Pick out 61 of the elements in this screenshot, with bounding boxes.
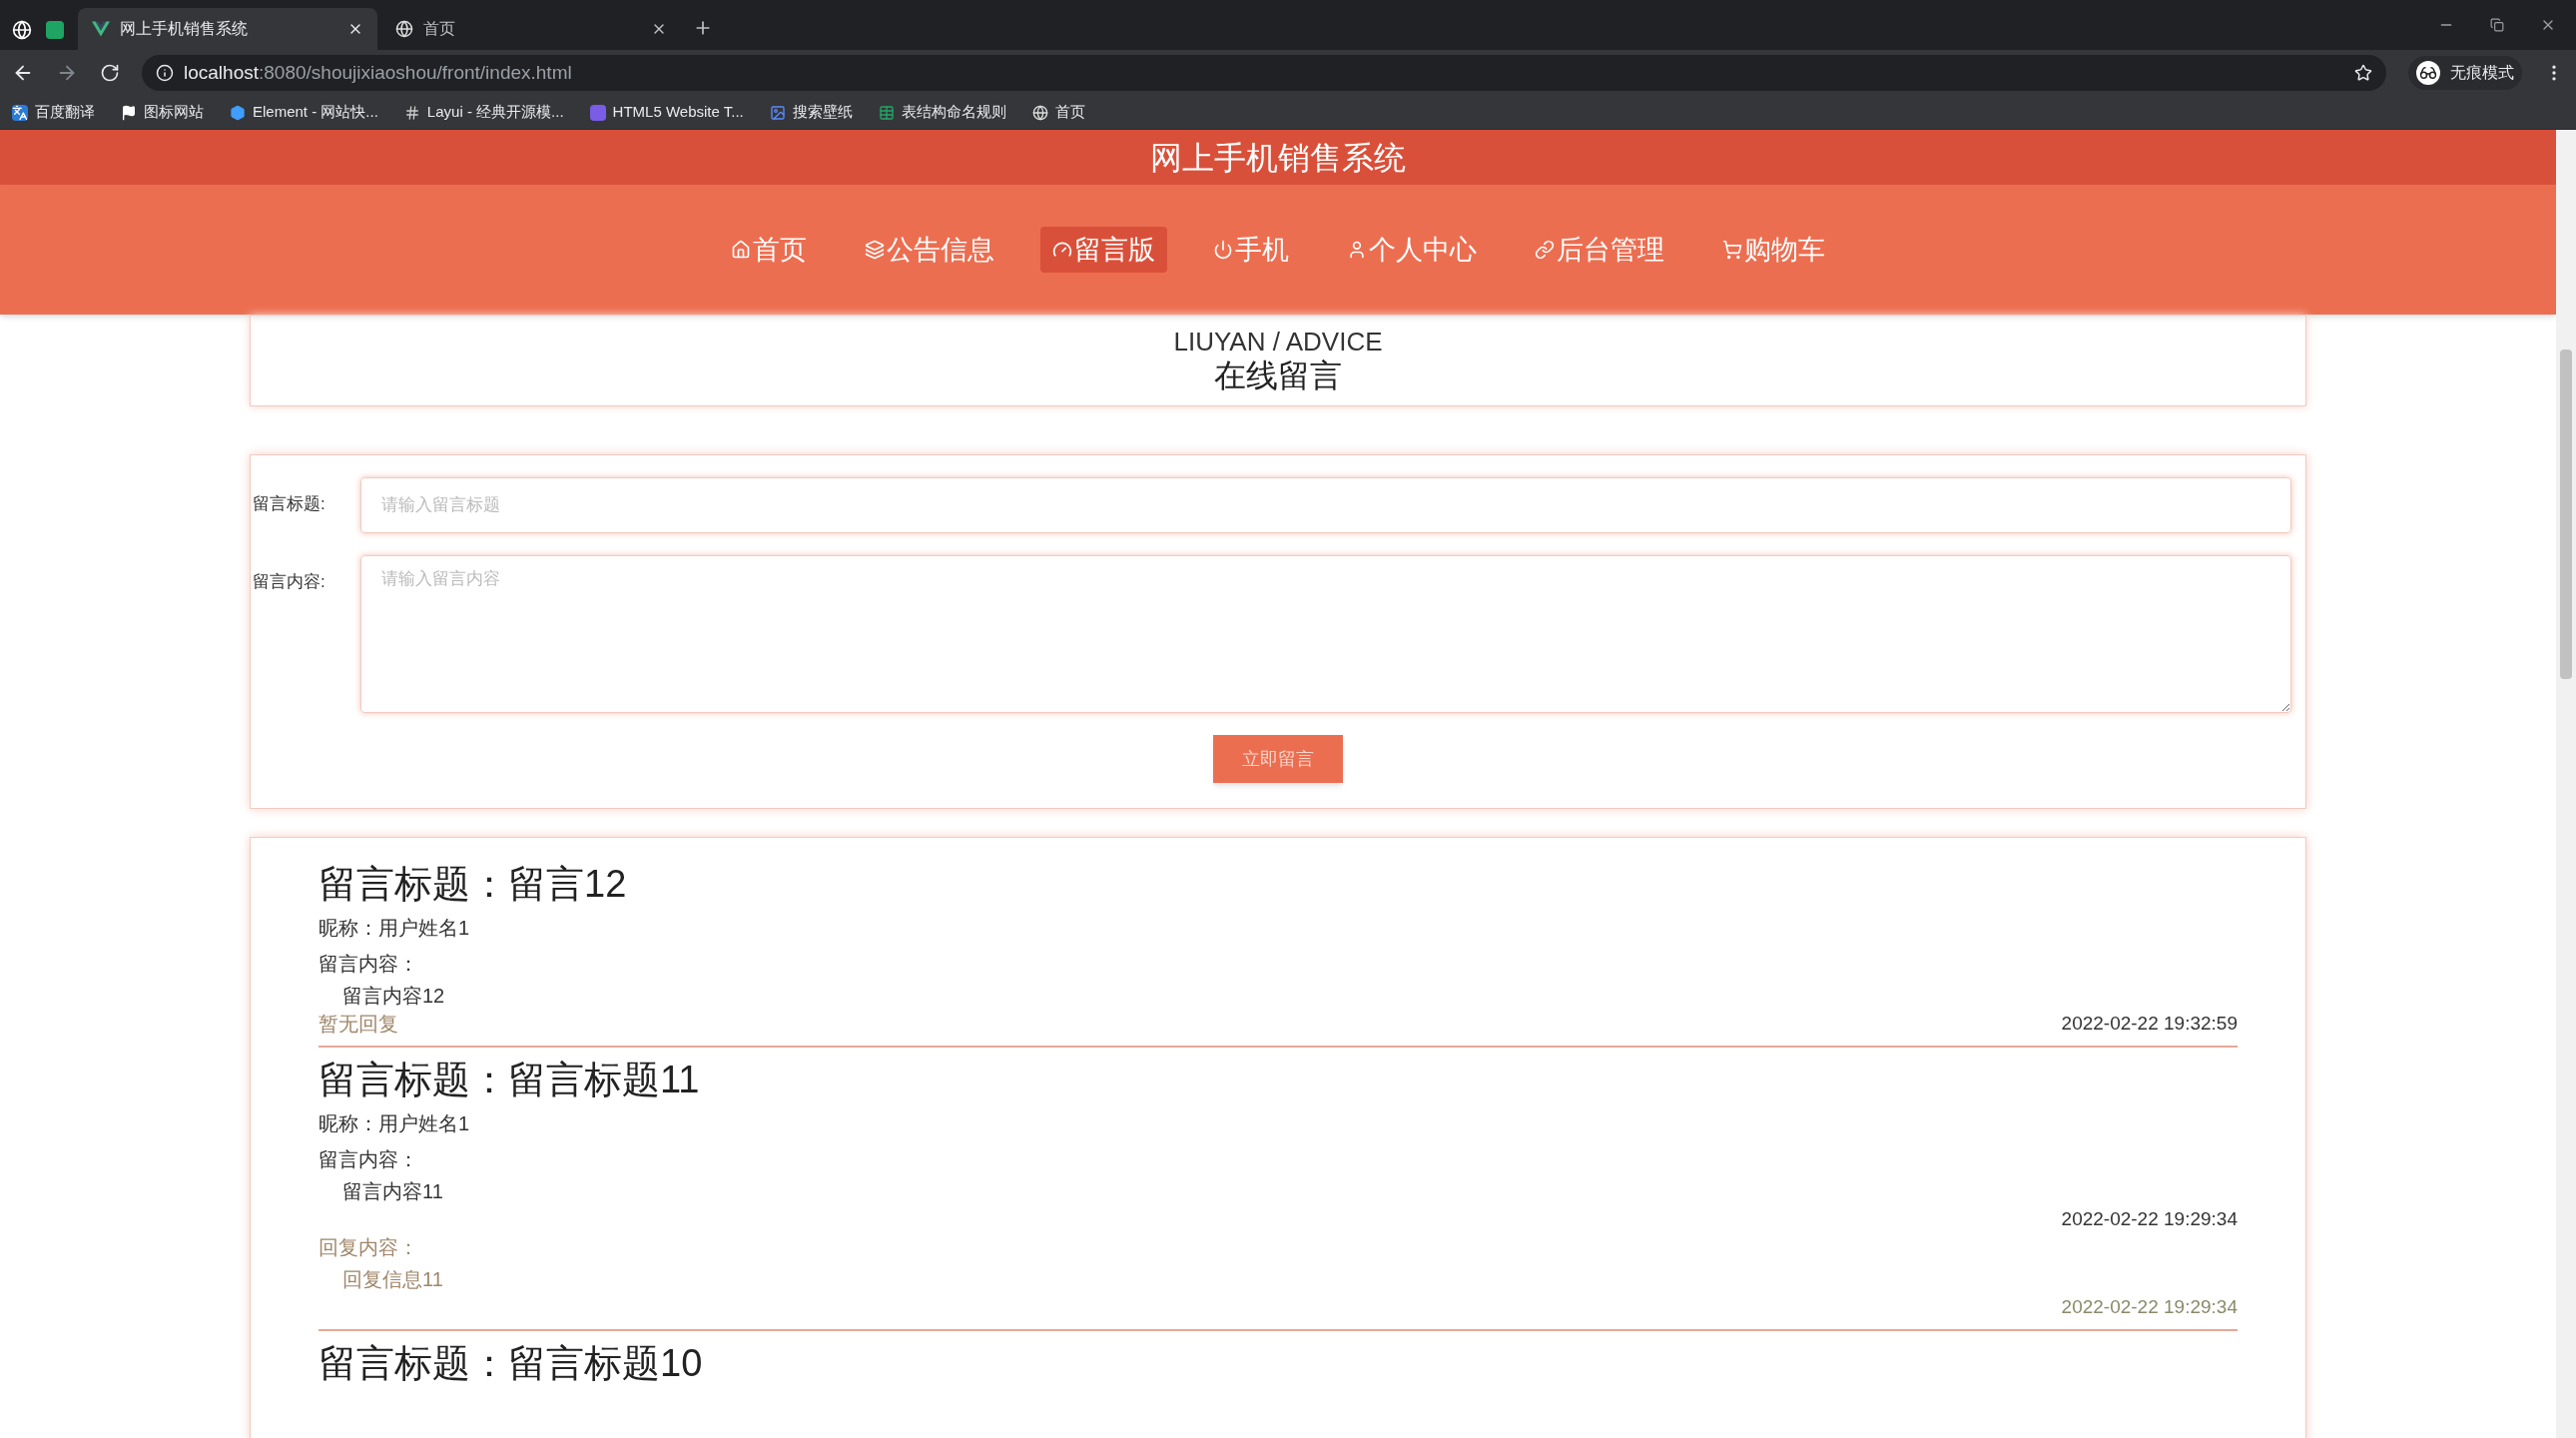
flag-icon [121,104,137,121]
message-title: 留言标题：留言标题10 [319,1341,704,1386]
message-nickname: 昵称：用户姓名1 [319,1111,471,1136]
reload-icon[interactable] [100,63,120,83]
message-title: 留言标题：留言12 [319,862,628,907]
reply-time: 2022-02-22 19:29:34 [2061,1295,2238,1319]
site-title: 网上手机销售系统 [1150,138,1406,178]
field-label: 留言标题: [253,493,326,515]
message-content-field[interactable]: 请输入留言内容 [360,555,2291,713]
scrollbar[interactable] [2556,130,2576,1438]
globe-icon[interactable] [12,20,32,40]
nav-item[interactable]: 留言版 [1040,227,1167,273]
globe-icon [1031,104,1048,121]
html5-icon [589,104,606,121]
bookmark-item[interactable]: 百度翻译 [12,101,95,124]
link-icon [1535,240,1555,260]
home-icon [731,240,751,260]
scrollbar-thumb[interactable] [2560,350,2572,679]
bookmark-item[interactable]: Element - 网站快... [230,101,378,124]
message-title-field[interactable]: 请输入留言标题 [360,477,2291,533]
sheet-icon [878,104,895,121]
address-bar[interactable]: localhost:8080/shoujixiaoshou/front/index.html [142,55,2386,91]
content-label: 留言内容： [319,1147,419,1172]
bookmark-star-icon[interactable] [2354,64,2372,82]
profile-button[interactable]: 无痕模式 [2408,56,2522,90]
content-label: 留言内容： [319,952,419,977]
browser-tab[interactable]: 网上手机销售系统 [78,8,377,50]
image-icon [769,104,786,121]
bookmark-item[interactable]: 搜索壁纸 [769,101,853,124]
gauge-icon [1052,240,1072,260]
message-title: 留言标题：留言标题11 [319,1058,701,1102]
heading-subtitle: LIUYAN / ADVICE [1173,327,1383,357]
hexagon-icon [230,104,246,121]
no-reply-text: 暂无回复 [319,1012,398,1037]
message-time: 2022-02-22 19:32:59 [2061,1012,2238,1036]
reply-label: 回复内容： [319,1235,419,1260]
translate-icon [12,104,28,121]
bookmark-item[interactable]: Layui - 经典开源模... [403,101,564,124]
heading-title: 在线留言 [1214,357,1342,394]
layui-icon [403,104,420,121]
reply-content: 回复信息11 [341,1267,444,1292]
restore-icon[interactable] [2490,18,2504,32]
globe-icon [395,20,413,38]
info-icon[interactable] [156,64,174,82]
bookmark-item[interactable]: 图标网站 [121,101,204,124]
layers-icon [865,240,885,260]
bookmark-item[interactable]: 首页 [1031,101,1085,124]
browser-tab[interactable]: 首页 [381,8,681,50]
cart-icon [1722,240,1742,260]
bookmark-item[interactable]: 表结构命名规则 [878,101,1006,124]
message-content: 留言内容11 [341,1179,444,1204]
message-time: 2022-02-22 19:29:34 [2061,1207,2238,1231]
field-label: 留言内容: [253,571,326,593]
bookmark-item[interactable]: HTML5 Website T... [589,101,744,124]
message-nickname: 昵称：用户姓名1 [319,916,471,941]
incognito-icon [2416,61,2440,85]
power-icon [1213,240,1233,260]
message-content: 留言内容12 [341,984,446,1009]
user-icon [1347,240,1367,260]
vue-logo-icon [92,21,110,37]
sheet-icon[interactable] [46,21,64,39]
